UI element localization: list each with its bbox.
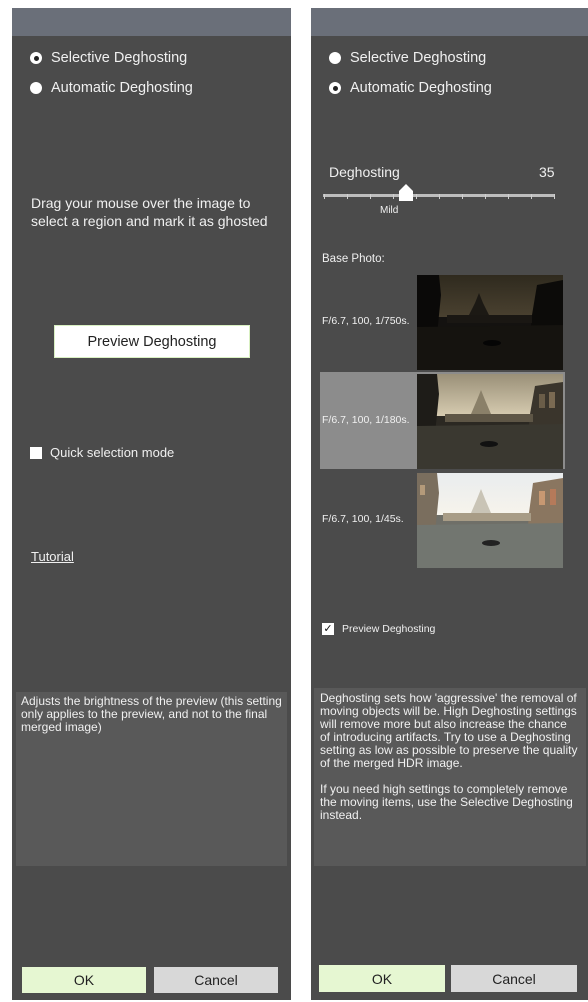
- slider-tick: [370, 194, 371, 199]
- radio-label: Automatic Deghosting: [350, 80, 492, 96]
- slider-tick: [393, 194, 394, 199]
- automatic-deghosting-panel: Selective Deghosting Automatic Deghostin…: [311, 8, 588, 1000]
- help-text-paragraph: If you need high settings to completely …: [320, 782, 573, 822]
- selection-instructions: Drag your mouse over the image to select…: [31, 195, 268, 229]
- title-bar: [12, 8, 291, 36]
- preview-deghosting-button[interactable]: Preview Deghosting: [54, 325, 250, 358]
- slider-tick: [531, 194, 532, 199]
- ok-button[interactable]: OK: [22, 967, 146, 993]
- radio-label: Selective Deghosting: [350, 50, 487, 66]
- base-photo-label: Base Photo:: [322, 253, 385, 265]
- title-bar: [311, 8, 588, 36]
- help-text-box: Adjusts the brightness of the preview (t…: [16, 692, 287, 866]
- photo-exposure-label: F/6.7, 100, 1/180s.: [322, 414, 410, 426]
- slider-tick: [416, 194, 417, 199]
- radio-label: Selective Deghosting: [51, 50, 188, 66]
- ok-button[interactable]: OK: [319, 965, 445, 992]
- tutorial-link[interactable]: Tutorial: [31, 549, 74, 564]
- slider-tick: [508, 194, 509, 199]
- deghosting-label: Deghosting: [329, 164, 400, 180]
- preview-deghosting-checkbox-row[interactable]: ✓ Preview Deghosting: [322, 623, 435, 635]
- base-photo-row-selected[interactable]: F/6.7, 100, 1/180s.: [320, 372, 565, 469]
- photo-exposure-label: F/6.7, 100, 1/750s.: [322, 315, 410, 327]
- photo-exposure-label: F/6.7, 100, 1/45s.: [322, 513, 404, 525]
- slider-tick: [439, 194, 440, 199]
- radio-selective-deghosting[interactable]: Selective Deghosting: [329, 50, 486, 66]
- help-text: Adjusts the brightness of the preview (t…: [21, 694, 282, 734]
- checkbox-icon[interactable]: [30, 446, 42, 459]
- slider-tick: [347, 194, 348, 199]
- help-text-box: Deghosting sets how 'aggressive' the rem…: [314, 688, 586, 866]
- checkmark-icon[interactable]: ✓: [322, 623, 334, 635]
- base-photo-row[interactable]: F/6.7, 100, 1/750s.: [320, 273, 565, 370]
- help-text-paragraph: Deghosting sets how 'aggressive' the rem…: [320, 691, 578, 770]
- photo-thumbnail-dark: [417, 275, 563, 370]
- radio-unselected-icon[interactable]: [30, 82, 42, 94]
- radio-selected-icon[interactable]: [30, 52, 42, 64]
- slider-tick: [462, 194, 463, 199]
- preview-deghosting-label: Preview Deghosting: [342, 623, 436, 635]
- cancel-button[interactable]: Cancel: [451, 965, 577, 992]
- deghosting-value: 35: [539, 164, 555, 180]
- radio-automatic-deghosting[interactable]: Automatic Deghosting: [30, 80, 193, 96]
- radio-selective-deghosting[interactable]: Selective Deghosting: [30, 50, 187, 66]
- radio-unselected-icon[interactable]: [329, 52, 341, 64]
- slider-tick: [324, 194, 325, 199]
- selective-deghosting-panel: Selective Deghosting Automatic Deghostin…: [12, 8, 291, 1000]
- slider-tick: [554, 194, 555, 199]
- quick-selection-checkbox-row[interactable]: Quick selection mode: [30, 445, 174, 460]
- base-photo-row[interactable]: F/6.7, 100, 1/45s.: [320, 471, 565, 568]
- photo-thumbnail-medium: [417, 374, 563, 469]
- slider-tick: [485, 194, 486, 199]
- cancel-button[interactable]: Cancel: [154, 967, 278, 993]
- radio-label: Automatic Deghosting: [51, 80, 193, 96]
- photo-thumbnail-bright: [417, 473, 563, 568]
- quick-selection-label: Quick selection mode: [50, 445, 175, 460]
- radio-automatic-deghosting[interactable]: Automatic Deghosting: [329, 80, 492, 96]
- radio-selected-icon[interactable]: [329, 82, 341, 94]
- slider-level-label: Mild: [380, 205, 399, 216]
- slider-thumb[interactable]: [399, 184, 413, 202]
